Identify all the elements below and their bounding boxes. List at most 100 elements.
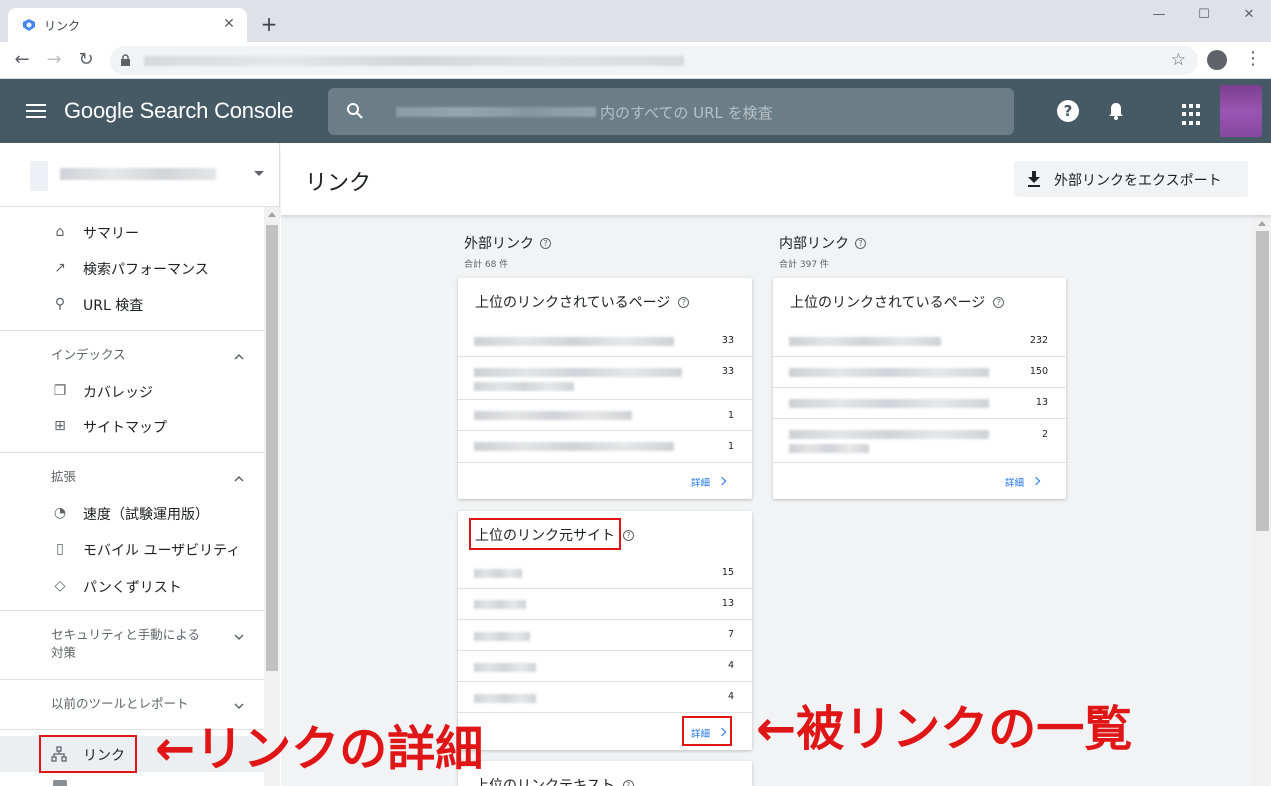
scrollbar-thumb[interactable]	[1256, 231, 1269, 531]
help-icon[interactable]: ?	[678, 297, 690, 308]
help-icon[interactable]: ?	[993, 297, 1005, 308]
search-icon	[347, 103, 363, 119]
sidebar-item-sitemaps[interactable]: ⊞ サイトマップ	[0, 408, 264, 444]
sidebar-item-label: 速度（試験運用版）	[83, 507, 209, 523]
page-url-redacted	[474, 337, 674, 346]
help-icon[interactable]: ?	[623, 530, 634, 541]
internal-links-header: 内部リンク? 合計 397 件	[779, 233, 866, 270]
table-row[interactable]: 7	[458, 620, 752, 651]
link-count: 13	[1035, 397, 1048, 408]
back-icon[interactable]: ←	[10, 48, 34, 72]
sidebar: ⌂ サマリー ↗ 検索パフォーマンス ⚲ URL 検査 インデックス ❐ カバレ…	[0, 143, 280, 786]
page-title: リンク	[305, 171, 372, 196]
scroll-up-icon[interactable]	[1258, 221, 1266, 226]
help-icon[interactable]: ?	[855, 238, 866, 249]
sidebar-item-summary[interactable]: ⌂ サマリー	[0, 214, 264, 250]
site-redacted	[474, 632, 530, 641]
link-count: 7	[727, 629, 734, 640]
table-row[interactable]: 1	[458, 431, 752, 463]
details-link[interactable]: 詳細	[1005, 475, 1041, 489]
table-row[interactable]: 2	[773, 419, 1066, 463]
main-scrollbar[interactable]	[1254, 215, 1271, 786]
user-avatar[interactable]	[1220, 85, 1262, 137]
table-row[interactable]: 15	[458, 558, 752, 589]
table-row[interactable]: 13	[458, 589, 752, 620]
sidebar-item-label: モバイル ユーザビリティ	[83, 543, 241, 559]
section-enhancements[interactable]: 拡張	[0, 468, 264, 488]
internal-top-linked-pages-card: 上位のリンクされているページ? 232 150 13 2 詳細	[773, 278, 1066, 499]
forward-icon[interactable]: →	[42, 48, 66, 72]
help-icon[interactable]: ?	[1057, 100, 1079, 122]
link-count: 4	[727, 660, 734, 671]
annotation-backlink-list: ←被リンクの一覧	[756, 701, 1133, 757]
site-redacted	[474, 569, 522, 578]
table-row[interactable]: 150	[773, 357, 1066, 388]
app-logo[interactable]: Google Search Console	[64, 98, 294, 124]
menu-icon[interactable]	[26, 104, 46, 118]
lock-icon	[121, 54, 130, 66]
divider	[0, 679, 264, 680]
table-row[interactable]: 232	[773, 326, 1066, 357]
address-bar[interactable]: ☆	[110, 46, 1198, 75]
sidebar-scrollbar[interactable]	[264, 207, 280, 786]
help-icon[interactable]: ?	[540, 238, 551, 249]
details-link[interactable]: 詳細	[691, 475, 727, 489]
reload-icon[interactable]: ↻	[74, 48, 98, 72]
property-selector[interactable]	[0, 143, 279, 207]
section-security[interactable]: セキュリティと手動による 対策	[0, 626, 264, 662]
new-tab-button[interactable]: +	[258, 13, 280, 35]
chevron-up-icon	[234, 353, 244, 360]
sidebar-item-breadcrumbs[interactable]: ◇ パンくずリスト	[0, 568, 264, 604]
card-title-wrap: 上位のリンクされているページ?	[475, 292, 690, 312]
search-console-favicon-icon	[23, 19, 35, 31]
details-label: 詳細	[1005, 478, 1025, 489]
section-legacy-tools[interactable]: 以前のツールとレポート	[0, 695, 264, 715]
table-row[interactable]: 1	[458, 400, 752, 431]
chevron-up-icon	[234, 475, 244, 482]
external-top-link-text-card: 上位のリンクテキスト?	[458, 761, 752, 786]
url-inspect-search[interactable]: 内のすべての URL を検査	[328, 88, 1014, 135]
tab-close-icon[interactable]: ✕	[219, 14, 239, 34]
scroll-up-icon[interactable]	[268, 212, 276, 217]
notifications-bell-icon[interactable]	[1105, 100, 1127, 122]
bookmark-star-icon[interactable]: ☆	[1171, 50, 1186, 70]
divider	[0, 330, 264, 331]
card-title: 上位のリンクされているページ	[790, 295, 986, 311]
chevron-right-icon	[1031, 476, 1041, 486]
section-label: インデックス	[51, 347, 126, 362]
sidebar-item-coverage[interactable]: ❐ カバレッジ	[0, 373, 264, 409]
table-row[interactable]: 33	[458, 357, 752, 400]
apps-grid-icon[interactable]	[1182, 104, 1204, 126]
next-item-icon-partial	[53, 780, 67, 786]
table-row[interactable]: 4	[458, 651, 752, 682]
window-close-icon[interactable]: ✕	[1226, 4, 1271, 26]
minimize-icon[interactable]: —	[1136, 4, 1182, 26]
card-title-wrap: 上位のリンクテキスト?	[475, 775, 634, 786]
help-icon[interactable]: ?	[622, 780, 634, 786]
external-links-header: 外部リンク? 合計 68 件	[464, 233, 551, 270]
sidebar-item-mobile-usability[interactable]: ▯ モバイル ユーザビリティ	[0, 531, 264, 567]
sidebar-item-speed[interactable]: ◔ 速度（試験運用版）	[0, 495, 264, 531]
page-url-redacted	[789, 430, 989, 439]
site-redacted	[474, 694, 536, 703]
page-url-redacted	[474, 368, 682, 377]
export-external-links-button[interactable]: 外部リンクをエクスポート	[1014, 161, 1248, 197]
browser-menu-icon[interactable]: ⋮	[1244, 48, 1262, 69]
card-title: 上位のリンクテキスト	[475, 778, 615, 786]
table-row[interactable]: 13	[773, 388, 1066, 419]
scrollbar-thumb[interactable]	[266, 225, 278, 671]
home-icon: ⌂	[55, 224, 65, 240]
table-row[interactable]: 33	[458, 326, 752, 357]
sidebar-item-url-inspection[interactable]: ⚲ URL 検査	[0, 286, 264, 322]
page-header: リンク 外部リンクをエクスポート	[281, 143, 1271, 215]
sidebar-item-performance[interactable]: ↗ 検索パフォーマンス	[0, 250, 264, 286]
dropdown-caret-icon	[254, 171, 264, 176]
tab-title: リンク	[44, 19, 81, 33]
table-row[interactable]: 4	[458, 682, 752, 713]
maximize-icon[interactable]: ☐	[1181, 4, 1227, 26]
link-count: 13	[721, 598, 734, 609]
account-icon[interactable]	[1207, 50, 1227, 70]
browser-tab[interactable]: リンク ✕	[8, 8, 247, 42]
divider	[0, 610, 264, 611]
section-index[interactable]: インデックス	[0, 346, 264, 366]
